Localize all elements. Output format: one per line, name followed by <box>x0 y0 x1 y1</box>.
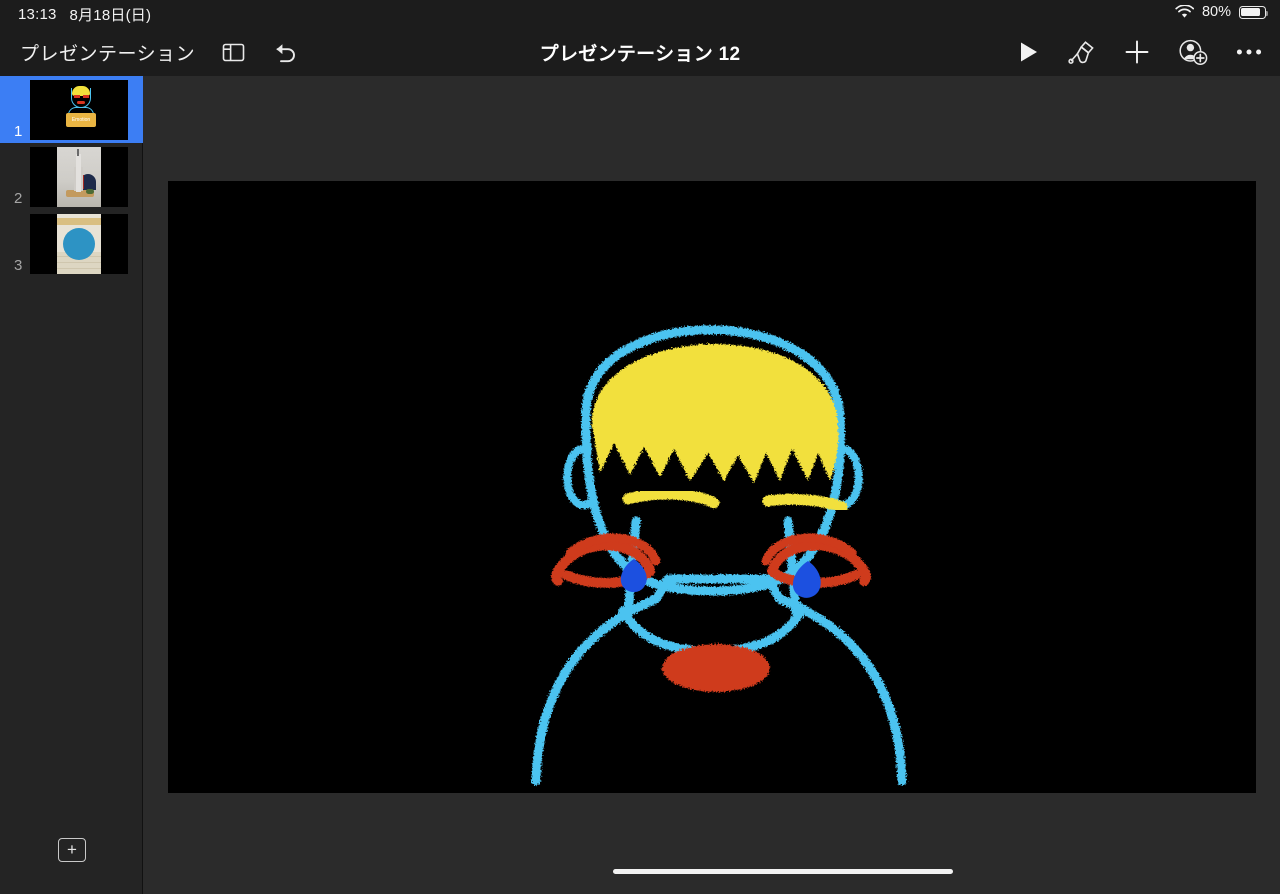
current-slide[interactable]: Emotion <box>168 181 1256 793</box>
hair-shape <box>591 343 839 483</box>
app-toolbar: プレゼンテーション プレゼンテーション 12 <box>0 28 1280 76</box>
slide-thumbnail-preview-3 <box>30 213 128 274</box>
slide-number-label: 3 <box>14 257 23 274</box>
status-time: 13:13 <box>18 6 57 23</box>
home-indicator <box>613 869 953 874</box>
slide-canvas-area[interactable]: Emotion <box>143 76 1280 894</box>
add-person-icon[interactable] <box>1178 38 1208 66</box>
thumb-wood-rail <box>57 217 101 225</box>
status-bar-right: 80% <box>1175 4 1269 20</box>
thumb-rocket-tip <box>77 148 80 156</box>
insert-plus-icon[interactable] <box>1124 39 1150 65</box>
thumb-right-eye <box>83 94 89 98</box>
slide-navigator-sidebar[interactable]: 1 Emotion 2 3 + <box>0 76 143 894</box>
wifi-icon <box>1175 5 1194 18</box>
add-slide-button[interactable]: + <box>58 838 86 862</box>
thumb-lips <box>77 100 85 104</box>
slide-thumbnail-1[interactable]: 1 Emotion <box>0 76 143 143</box>
battery-percent-label: 80% <box>1201 4 1231 20</box>
thumb-left-eye <box>74 94 80 98</box>
toolbar-right-group <box>1018 28 1262 76</box>
thumb-rocket-body <box>76 153 81 192</box>
slide-thumbnail-3[interactable]: 3 <box>0 210 143 277</box>
slide-thumbnail-preview-1: Emotion <box>30 79 128 140</box>
status-bar: 13:13 8月18日(日) 80% <box>0 0 1280 28</box>
eyebrows <box>622 488 848 513</box>
slide-artwork[interactable] <box>168 181 1256 793</box>
slide-number-label: 2 <box>14 190 23 207</box>
status-date: 8月18日(日) <box>69 7 152 24</box>
paintbrush-icon[interactable] <box>1068 39 1096 65</box>
ipad-keynote-screen: 13:13 8月18日(日) 80% プレゼンテーション プレゼンテーション 1… <box>0 0 1280 894</box>
thumb-blue-disc <box>63 227 95 260</box>
slide-thumbnail-preview-2 <box>30 146 128 207</box>
battery-icon <box>1239 5 1269 19</box>
lips <box>662 644 770 692</box>
slide-number-label: 1 <box>14 123 23 140</box>
status-bar-left: 13:13 8月18日(日) <box>18 4 151 25</box>
thumb-green-object <box>86 188 94 194</box>
play-icon[interactable] <box>1018 40 1040 64</box>
more-ellipsis-icon[interactable] <box>1236 48 1262 56</box>
thumb-text-box: Emotion <box>66 112 96 127</box>
slide-thumbnail-2[interactable]: 2 <box>0 143 143 210</box>
plus-icon: + <box>67 839 77 859</box>
